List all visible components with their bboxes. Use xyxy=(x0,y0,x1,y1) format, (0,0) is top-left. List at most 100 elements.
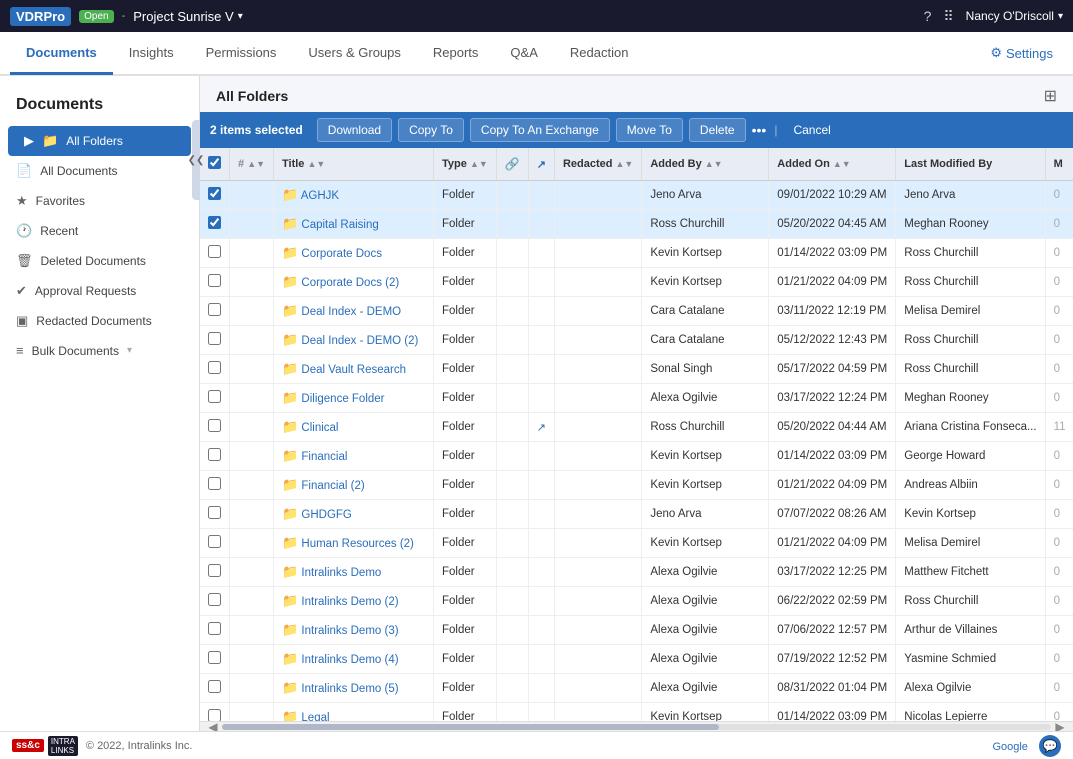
row-title[interactable]: Deal Index - DEMO (2) xyxy=(301,335,418,347)
row-checkbox[interactable] xyxy=(208,680,221,693)
header-type[interactable]: Type ▲▼ xyxy=(434,148,497,181)
row-title-cell: 📁 Intralinks Demo (4) xyxy=(274,645,434,674)
row-title[interactable]: GHDGFG xyxy=(301,509,351,521)
row-title[interactable]: AGHJK xyxy=(301,190,339,202)
view-toggle-button[interactable]: ⊞ xyxy=(1044,86,1057,106)
tab-reports[interactable]: Reports xyxy=(417,33,495,75)
header-redacted[interactable]: Redacted ▲▼ xyxy=(554,148,641,181)
chat-icon[interactable]: 💬 xyxy=(1039,735,1061,757)
row-title[interactable]: Legal xyxy=(301,712,329,721)
row-title[interactable]: Diligence Folder xyxy=(301,393,384,405)
row-title-cell: 📁 Intralinks Demo (5) xyxy=(274,674,434,703)
row-checkbox[interactable] xyxy=(208,303,221,316)
horizontal-scrollbar[interactable]: ◀ ▶ xyxy=(200,721,1073,731)
row-checkbox[interactable] xyxy=(208,390,221,403)
row-checkbox[interactable] xyxy=(208,506,221,519)
collapse-sidebar-button[interactable]: ❮❮ xyxy=(192,120,200,200)
header-last-modified-by[interactable]: Last Modified By xyxy=(896,148,1045,181)
row-last-modified-by: Melisa Demirel xyxy=(896,297,1045,326)
header-added-by[interactable]: Added By ▲▼ xyxy=(642,148,769,181)
move-to-button[interactable]: Move To xyxy=(616,118,683,142)
cancel-button[interactable]: Cancel xyxy=(785,119,838,141)
header-added-on[interactable]: Added On ▲▼ xyxy=(769,148,896,181)
row-title[interactable]: Deal Index - DEMO xyxy=(301,306,401,318)
scroll-thumb[interactable] xyxy=(222,724,719,730)
tab-documents[interactable]: Documents xyxy=(10,33,113,75)
row-title[interactable]: Financial (2) xyxy=(301,480,364,492)
row-extra: 0 xyxy=(1045,558,1073,587)
project-name[interactable]: Project Sunrise V ▾ xyxy=(133,9,242,24)
delete-button[interactable]: Delete xyxy=(689,118,746,142)
row-checkbox[interactable] xyxy=(208,651,221,664)
sidebar-item-favorites[interactable]: ★ Favorites xyxy=(0,186,199,216)
sidebar-item-bulk-documents[interactable]: ≡ Bulk Documents ▾ xyxy=(0,336,199,365)
copy-to-exchange-button[interactable]: Copy To An Exchange xyxy=(470,118,610,142)
sidebar-item-all-documents[interactable]: 📄 All Documents xyxy=(0,156,199,186)
intra-logo: INTRALINKS xyxy=(48,736,78,756)
row-checkbox[interactable] xyxy=(208,448,221,461)
row-checkbox[interactable] xyxy=(208,477,221,490)
help-icon[interactable]: ? xyxy=(924,8,932,24)
header-num[interactable]: # ▲▼ xyxy=(230,148,274,181)
tab-redaction[interactable]: Redaction xyxy=(554,33,645,75)
table-row: 📁 Legal Folder Kevin Kortsep 01/14/2022 … xyxy=(200,703,1073,722)
copy-to-button[interactable]: Copy To xyxy=(398,118,464,142)
sidebar-item-approval-requests[interactable]: ✔ Approval Requests xyxy=(0,276,199,306)
row-link2 xyxy=(528,674,554,703)
tab-permissions[interactable]: Permissions xyxy=(190,33,293,75)
row-checkbox[interactable] xyxy=(208,187,221,200)
row-checkbox[interactable] xyxy=(208,593,221,606)
scroll-left-button[interactable]: ◀ xyxy=(204,720,222,732)
row-checkbox-cell xyxy=(200,616,230,645)
row-checkbox-cell xyxy=(200,674,230,703)
google-link[interactable]: Google xyxy=(992,741,1027,753)
row-last-modified-by: Meghan Rooney xyxy=(896,210,1045,239)
external-link-icon[interactable]: ↗ xyxy=(537,422,546,434)
row-title[interactable]: Corporate Docs (2) xyxy=(301,277,399,289)
apps-grid-icon[interactable]: ⠿ xyxy=(943,8,953,25)
row-checkbox[interactable] xyxy=(208,361,221,374)
row-added-on: 09/01/2022 10:29 AM xyxy=(769,181,896,210)
row-title[interactable]: Intralinks Demo (2) xyxy=(301,596,398,608)
row-checkbox[interactable] xyxy=(208,332,221,345)
row-redacted xyxy=(554,703,641,722)
row-title[interactable]: Deal Vault Research xyxy=(301,364,406,376)
tab-insights[interactable]: Insights xyxy=(113,33,190,75)
header-title[interactable]: Title ▲▼ xyxy=(274,148,434,181)
row-title[interactable]: Financial xyxy=(301,451,347,463)
row-title[interactable]: Clinical xyxy=(301,422,338,434)
row-checkbox[interactable] xyxy=(208,216,221,229)
row-checkbox[interactable] xyxy=(208,535,221,548)
row-checkbox[interactable] xyxy=(208,419,221,432)
row-title[interactable]: Intralinks Demo (4) xyxy=(301,654,398,666)
row-checkbox[interactable] xyxy=(208,245,221,258)
row-extra: 0 xyxy=(1045,529,1073,558)
row-title[interactable]: Intralinks Demo (5) xyxy=(301,683,398,695)
sidebar-item-recent[interactable]: 🕐 Recent xyxy=(0,216,199,246)
row-checkbox[interactable] xyxy=(208,564,221,577)
sidebar-item-deleted-documents[interactable]: 🗑 Deleted Documents xyxy=(0,246,199,276)
row-title[interactable]: Capital Raising xyxy=(301,219,378,231)
tab-users-groups[interactable]: Users & Groups xyxy=(292,33,416,75)
sidebar-item-redacted-documents[interactable]: ▣ Redacted Documents xyxy=(0,306,199,336)
row-title[interactable]: Intralinks Demo (3) xyxy=(301,625,398,637)
row-title[interactable]: Intralinks Demo xyxy=(301,567,381,579)
row-title[interactable]: Corporate Docs xyxy=(301,248,382,260)
row-checkbox[interactable] xyxy=(208,274,221,287)
row-added-by: Kevin Kortsep xyxy=(642,471,769,500)
more-actions-button[interactable]: ••• xyxy=(752,122,767,138)
row-checkbox[interactable] xyxy=(208,622,221,635)
tab-qa[interactable]: Q&A xyxy=(494,33,553,75)
row-link1 xyxy=(496,268,528,297)
project-chevron-icon[interactable]: ▾ xyxy=(238,11,243,22)
row-extra: 0 xyxy=(1045,355,1073,384)
approval-icon: ✔ xyxy=(16,283,27,299)
download-button[interactable]: Download xyxy=(317,118,392,142)
scroll-right-button[interactable]: ▶ xyxy=(1051,720,1069,732)
sidebar-item-all-folders[interactable]: ▶ 📁 All Folders xyxy=(8,126,191,156)
row-title[interactable]: Human Resources (2) xyxy=(301,538,413,550)
user-menu[interactable]: Nancy O'Driscoll ▾ xyxy=(966,9,1063,23)
scroll-track[interactable] xyxy=(222,724,1051,730)
settings-button[interactable]: ⚙ Settings xyxy=(980,39,1063,67)
select-all-checkbox[interactable] xyxy=(208,156,221,169)
